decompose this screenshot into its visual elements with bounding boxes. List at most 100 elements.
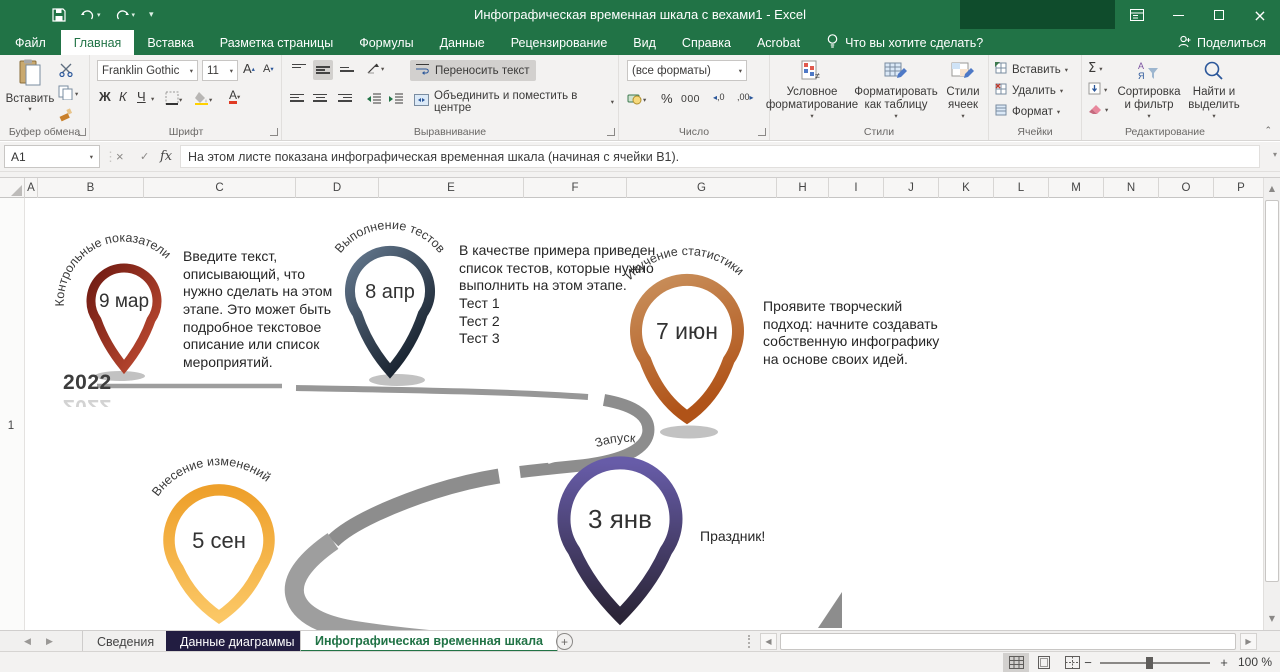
add-sheet-button[interactable]: + [556,633,573,650]
font-dialog-launcher[interactable] [270,128,278,136]
name-box[interactable]: A1▾ [4,145,100,168]
column-header-f[interactable]: F [524,178,627,198]
align-center-button[interactable] [313,92,327,103]
year-label[interactable]: 2022 [63,371,112,395]
column-header-n[interactable]: N [1104,178,1159,198]
column-header-g[interactable]: G [627,178,777,198]
fill-color-button[interactable]: ▾ [195,91,212,108]
scroll-down-arrow[interactable]: ▼ [1264,610,1280,627]
tab-acrobat[interactable]: Acrobat [744,30,813,55]
sort-filter-button[interactable]: АЯ Сортировка и фильтр▾ [1116,60,1182,120]
tab-page-layout[interactable]: Разметка страницы [207,30,346,55]
align-middle-button[interactable] [313,60,333,80]
vertical-scrollbar[interactable]: ▲ ▼ [1263,178,1280,630]
column-header-a[interactable]: A [25,178,38,198]
column-header-b[interactable]: B [38,178,144,198]
minimize-button[interactable] [1158,0,1198,30]
format-cells-button[interactable]: Формат▾ [995,104,1060,119]
maximize-button[interactable] [1199,0,1239,30]
accounting-format-button[interactable]: ▾ [627,91,646,108]
align-top-button[interactable] [290,62,308,73]
sheet-tab-infografika[interactable]: Инфографическая временная шкала [300,631,558,652]
collapse-ribbon-button[interactable]: ⌃ [1264,126,1272,136]
vertical-scrollbar-thumb[interactable] [1265,200,1279,582]
sheet-nav-right[interactable]: ▶ [46,631,53,652]
italic-button[interactable]: К [119,89,127,104]
comma-style-button[interactable]: 000 [681,93,700,105]
cell-styles-button[interactable]: Стили ячеек▾ [940,60,986,120]
copy-button[interactable]: ▾ [58,85,78,103]
wrap-text-button[interactable]: Переносить текст [410,60,536,81]
column-header-l[interactable]: L [994,178,1049,198]
fill-button[interactable]: ▾ [1088,82,1107,98]
close-button[interactable]: × [1240,0,1280,30]
increase-font-button[interactable]: А▴ [243,61,255,76]
number-dialog-launcher[interactable] [758,128,766,136]
tab-home[interactable]: Главная [61,30,135,55]
tab-data[interactable]: Данные [427,30,498,55]
zoom-out-button[interactable]: − [1080,653,1096,672]
underline-button[interactable]: Ч [137,89,146,104]
share-button[interactable]: Поделиться [1178,30,1266,55]
tab-review[interactable]: Рецензирование [498,30,621,55]
align-left-button[interactable] [290,92,304,103]
column-header-m[interactable]: M [1049,178,1104,198]
font-color-button[interactable]: А▾ [229,89,240,104]
tab-view[interactable]: Вид [620,30,669,55]
bold-button[interactable]: Ж [99,89,111,104]
ribbon-display-options-button[interactable] [1117,0,1157,30]
formula-input[interactable]: На этом листе показана инфографическая в… [180,145,1260,168]
sheet-nav-left[interactable]: ◀ [24,631,31,652]
hscroll-right-arrow[interactable]: ▶ [1240,633,1257,650]
row-header-1[interactable]: 1 [0,420,22,432]
clipboard-dialog-launcher[interactable] [78,128,86,136]
sheet-tab-svedeniya[interactable]: Сведения [82,631,169,652]
zoom-slider-handle[interactable] [1146,657,1153,669]
column-header-p[interactable]: P [1214,178,1269,198]
orientation-button[interactable]: ▾ [366,60,384,78]
cut-button[interactable] [58,63,74,80]
milestone-description-mar[interactable]: Введите текст, описывающий, что нужно сд… [183,248,337,371]
increase-decimal-button[interactable]: ◂,0 [713,92,725,102]
milestone-description-jun[interactable]: Проявите творческий подход: начните созд… [763,298,945,369]
insert-cells-button[interactable]: Вставить▾ [995,62,1068,77]
page-layout-view-button[interactable] [1031,653,1057,672]
cancel-formula-button[interactable]: × [116,145,124,168]
align-bottom-button[interactable] [338,62,356,73]
align-right-button[interactable] [338,92,352,103]
zoom-slider[interactable] [1100,662,1210,664]
decrease-indent-button[interactable] [366,92,382,106]
font-size-select[interactable]: 11▾ [202,60,238,81]
tab-file[interactable]: Файл [0,30,61,55]
number-format-select[interactable]: (все форматы)▾ [627,60,747,81]
format-painter-button[interactable] [58,107,73,125]
column-header-c[interactable]: C [144,178,296,198]
insert-function-button[interactable]: fx [160,145,172,168]
account-area[interactable] [960,0,1115,29]
column-header-o[interactable]: O [1159,178,1214,198]
conditional-formatting-button[interactable]: ≠ Условное форматирование▾ [774,60,850,120]
decrease-font-button[interactable]: А▾ [263,63,274,75]
zoom-level[interactable]: 100 % [1238,652,1272,672]
decrease-decimal-button[interactable]: ,00▸ [737,92,754,102]
column-header-k[interactable]: K [939,178,994,198]
horizontal-scrollbar-thumb[interactable] [780,633,1236,650]
tab-help[interactable]: Справка [669,30,744,55]
zoom-in-button[interactable]: + [1216,653,1232,672]
column-header-i[interactable]: I [829,178,884,198]
find-select-button[interactable]: Найти и выделить▾ [1184,60,1244,120]
column-header-j[interactable]: J [884,178,939,198]
sheet-tab-dannye-diagrammy[interactable]: Данные диаграммы [166,631,310,652]
select-all-button[interactable] [0,178,25,198]
font-name-select[interactable]: Franklin Gothic▾ [97,60,198,81]
column-header-e[interactable]: E [379,178,524,198]
paste-button[interactable]: Вставить ▾ [7,59,53,114]
enter-formula-button[interactable]: ✓ [140,145,149,168]
percent-style-button[interactable]: % [661,91,673,106]
normal-view-button[interactable] [1003,653,1029,672]
tell-me-box[interactable]: Что вы хотите сделать? [827,30,983,55]
autosum-button[interactable]: Σ▾ [1088,61,1102,76]
scroll-up-arrow[interactable]: ▲ [1264,180,1280,197]
hscroll-left-arrow[interactable]: ◀ [760,633,777,650]
expand-formula-bar-button[interactable]: ▾ [1273,150,1277,159]
